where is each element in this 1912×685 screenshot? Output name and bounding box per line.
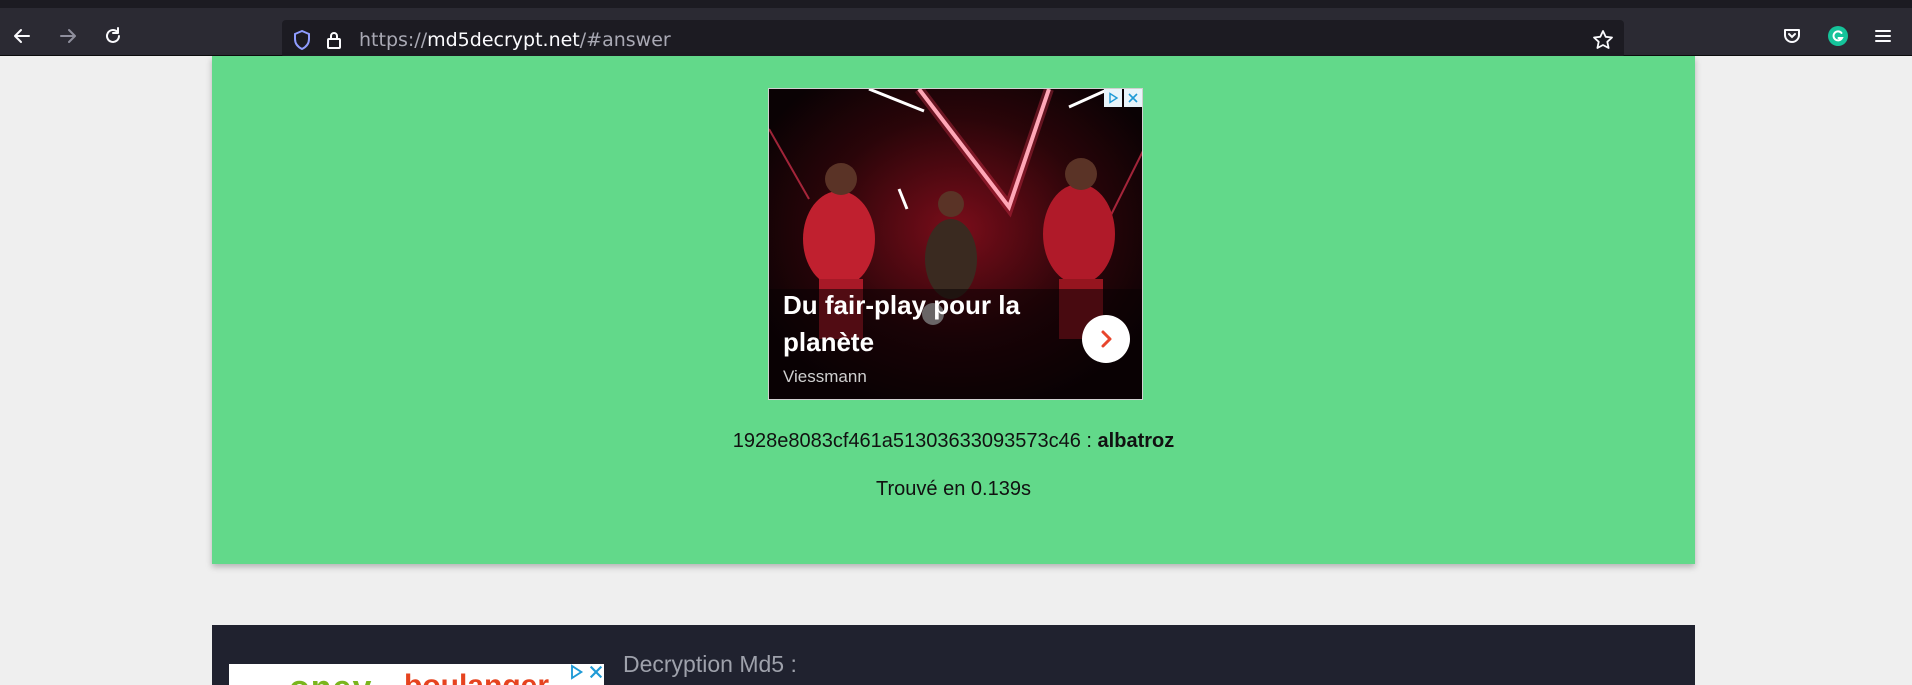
forward-button[interactable] (52, 20, 84, 52)
pocket-button[interactable] (1776, 20, 1808, 52)
ad-brand[interactable]: Viessmann (783, 367, 867, 387)
ad-cta-button[interactable] (1082, 315, 1130, 363)
ad2-brand-1: oney (289, 669, 372, 685)
menu-icon (1875, 30, 1891, 42)
url-text[interactable]: https://md5decrypt.net/#answer (359, 29, 671, 51)
url-scheme: https:// (359, 29, 428, 51)
advertisement-2[interactable]: oney boulanger (229, 664, 604, 685)
ad-close-icon[interactable] (1124, 89, 1142, 107)
chevron-right-icon (1101, 330, 1112, 348)
url-domain: md5decrypt.net (427, 29, 580, 51)
grammarly-icon (1828, 26, 1848, 46)
tab-strip (0, 0, 1912, 8)
shield-icon[interactable] (291, 29, 313, 51)
lock-icon[interactable] (323, 29, 345, 51)
url-bar[interactable]: https://md5decrypt.net/#answer (282, 20, 1624, 58)
advertisement[interactable]: Du fair-play pour la planète Viessmann (768, 88, 1143, 400)
ad-close-icon[interactable] (588, 664, 604, 680)
decryption-result: 1928e8083cf461a51303633093573c46 : albat… (212, 430, 1695, 453)
found-time: Trouvé en 0.139s (876, 478, 1031, 500)
md5-hash: 1928e8083cf461a51303633093573c46 : (732, 430, 1098, 452)
menu-button[interactable] (1867, 20, 1899, 52)
pocket-icon (1784, 29, 1800, 43)
back-button[interactable] (6, 20, 38, 52)
url-path: /#answer (579, 29, 671, 51)
decryption-section: oney boulanger Decryption Md5 : (212, 625, 1695, 685)
reload-icon (106, 27, 120, 43)
ad-badges (1104, 89, 1142, 107)
answer-card: Du fair-play pour la planète Viessmann 1… (212, 56, 1695, 564)
reload-button[interactable] (97, 20, 129, 52)
grammarly-button[interactable] (1822, 20, 1854, 52)
back-icon (14, 29, 30, 43)
adchoices-icon[interactable] (1104, 89, 1122, 107)
plaintext-answer: albatroz (1097, 430, 1175, 452)
bookmark-star-icon[interactable] (1592, 29, 1614, 51)
section-title: Decryption Md5 : (623, 651, 797, 677)
ad2-badges (568, 664, 604, 680)
adchoices-icon[interactable] (568, 664, 584, 680)
ad-headline[interactable]: Du fair-play pour la planète (783, 287, 1053, 361)
browser-toolbar: https://md5decrypt.net/#answer (0, 8, 1912, 58)
ad2-brand-2: boulanger (404, 669, 549, 685)
forward-icon (60, 29, 76, 43)
